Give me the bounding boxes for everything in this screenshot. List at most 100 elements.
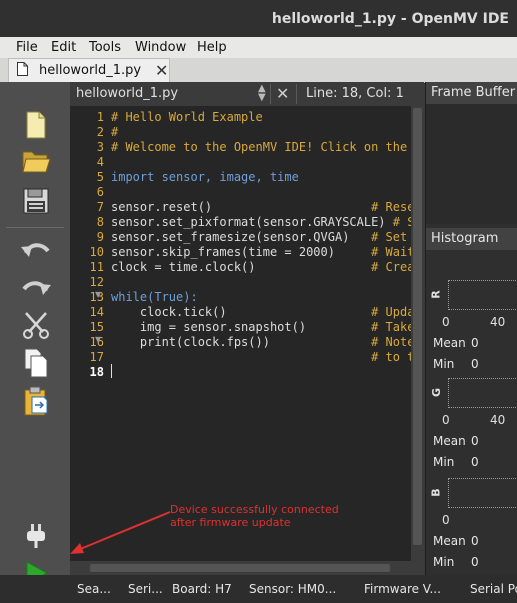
- line-number: 11: [89, 260, 104, 274]
- folder-open-icon: [22, 151, 51, 173]
- annotation-text: Device successfully connected after firm…: [170, 503, 339, 529]
- line-number: 6: [96, 185, 104, 199]
- close-tab-icon[interactable]: ✕: [155, 61, 168, 80]
- close-editor-icon[interactable]: ✕: [276, 84, 289, 103]
- redo-icon: [22, 281, 51, 295]
- document-icon: [17, 62, 28, 76]
- vertical-scrollbar[interactable]: [411, 106, 424, 561]
- histogram-channel-b: B 0 Mean 0 Min 0: [426, 472, 517, 570]
- paste-icon: [24, 386, 48, 416]
- mean-label: Mean: [433, 534, 466, 548]
- menu-window[interactable]: Window: [135, 40, 186, 55]
- channel-letter: B: [429, 488, 443, 497]
- tick-label: 40: [490, 413, 506, 427]
- search-results-tab[interactable]: Sea...: [77, 582, 111, 596]
- mean-label: Mean: [433, 434, 466, 448]
- board-status: Board: H7: [172, 582, 232, 596]
- line-number: 7: [96, 200, 104, 214]
- line-number: 18: [89, 365, 104, 379]
- new-file-icon: [26, 111, 46, 139]
- line-number-gutter: 1 2 3 4 5 6 7 8 9 10 11 12 13 14 15 16 17 18: [70, 106, 108, 561]
- code-text: clock = time.clock(): [111, 260, 372, 274]
- min-value: 0: [471, 555, 479, 569]
- sensor-status: Sensor: HM0...: [249, 582, 337, 596]
- line-number: 2: [96, 125, 104, 139]
- toolbar-separator: [6, 227, 64, 228]
- annotation-arrow-icon: [70, 511, 171, 554]
- cut-button[interactable]: [16, 308, 56, 342]
- file-tab-bar: helloworld_1.py ✕: [0, 58, 517, 83]
- file-tab-helloworld[interactable]: helloworld_1.py ✕: [8, 58, 170, 82]
- serial-port-status: Serial Po: [470, 582, 517, 596]
- code-text: import sensor, image, time: [111, 170, 299, 184]
- frame-buffer-view[interactable]: [426, 104, 517, 224]
- code-line: print(clock.fps()) # Note: [111, 335, 411, 349]
- menu-edit[interactable]: Edit: [51, 40, 76, 55]
- line-number: 8: [96, 215, 104, 229]
- annotation-line: Device successfully connected: [170, 503, 339, 516]
- menu-file[interactable]: File: [16, 40, 38, 55]
- fold-marker-icon[interactable]: ▼: [95, 335, 101, 344]
- editor-file-selector[interactable]: helloworld_1.py: [76, 86, 178, 101]
- line-number: 12: [89, 275, 104, 289]
- tick-label: 0: [442, 413, 450, 427]
- code-line: sensor.reset() # Rese: [111, 200, 411, 214]
- menu-tools[interactable]: Tools: [89, 40, 121, 55]
- code-comment: # Wait: [371, 245, 411, 259]
- fold-marker-icon[interactable]: ▼: [95, 290, 101, 299]
- open-file-button[interactable]: [16, 144, 56, 178]
- code-comment: # Crea: [371, 260, 411, 274]
- annotation-line: after firmware update: [170, 516, 291, 529]
- line-number: 3: [96, 140, 104, 154]
- line-number: 15: [89, 320, 104, 334]
- plug-icon: [27, 524, 45, 548]
- editor-header: helloworld_1.py ▲ ▼ ✕ Line: 18, Col: 1: [70, 82, 424, 107]
- histogram-title: Histogram: [431, 231, 499, 246]
- redo-button[interactable]: [16, 270, 56, 304]
- histogram-channel-g: G 0 40 Mean 0 Min 0: [426, 372, 517, 470]
- code-line: # to t: [111, 350, 411, 364]
- connect-button[interactable]: [16, 518, 56, 552]
- horizontal-scrollbar[interactable]: [70, 561, 424, 575]
- firmware-status[interactable]: Firmware V...: [364, 582, 441, 596]
- save-button[interactable]: [16, 184, 56, 218]
- code-comment: # Upda: [371, 305, 411, 319]
- copy-button[interactable]: [16, 346, 56, 380]
- code-line: #: [111, 125, 118, 139]
- serial-terminal-tab[interactable]: Seri...: [128, 582, 163, 596]
- menu-help[interactable]: Help: [197, 40, 227, 55]
- line-number: 9: [96, 230, 104, 244]
- line-number: 5: [96, 170, 104, 184]
- right-pane: Frame Buffer Histogram R 0 40 Mean 0 Min…: [425, 82, 517, 575]
- code-text: while(True):: [111, 290, 198, 304]
- histogram-plot: [448, 378, 517, 408]
- min-value: 0: [471, 357, 479, 371]
- channel-letter: R: [429, 290, 443, 299]
- histogram-plot: [448, 478, 517, 508]
- code-text: img = sensor.snapshot(): [111, 320, 372, 334]
- code-editor[interactable]: # Hello World Example # # Welcome to the O…: [108, 106, 411, 561]
- histogram-header: Histogram: [426, 228, 517, 250]
- new-file-button[interactable]: [16, 108, 56, 142]
- file-tab-label: helloworld_1.py: [39, 63, 142, 78]
- code-text: clock.tick(): [111, 305, 372, 319]
- code-comment: # Take: [371, 320, 411, 334]
- code-text: sensor.set_pixformat(sensor.GRAYSCALE): [111, 215, 393, 229]
- tick-label: 40: [490, 315, 506, 329]
- frame-buffer-title: Frame Buffer: [431, 85, 516, 100]
- updown-arrows-icon[interactable]: ▲ ▼: [258, 84, 266, 103]
- header-divider: [296, 84, 297, 104]
- code-line: import sensor, image, time: [111, 170, 299, 184]
- code-comment: # Hello World Example: [111, 110, 263, 124]
- mean-label: Mean: [433, 336, 466, 350]
- status-bar: Sea... Seri... Board: H7 Sensor: HM0... …: [0, 575, 517, 603]
- code-comment: #: [111, 125, 119, 139]
- code-line: clock.tick() # Upda: [111, 305, 411, 319]
- undo-button[interactable]: [16, 232, 56, 266]
- scroll-thumb[interactable]: [90, 564, 390, 572]
- paste-button[interactable]: [16, 384, 56, 418]
- scroll-thumb[interactable]: [413, 108, 422, 545]
- histogram-channel-r: R 0 40 Mean 0 Min 0: [426, 274, 517, 372]
- code-comment: # Welcome to the OpenMV IDE! Click on th…: [111, 140, 408, 154]
- code-comment: # Set: [371, 230, 408, 244]
